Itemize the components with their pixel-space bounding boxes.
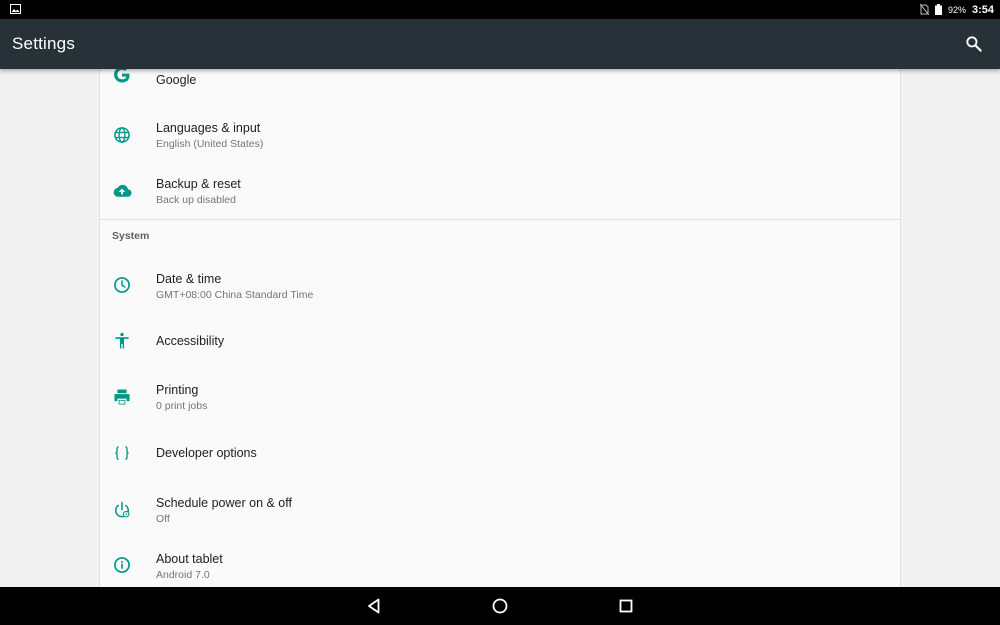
clock-time: 3:54 bbox=[971, 3, 994, 16]
image-icon bbox=[10, 4, 21, 14]
home-icon[interactable] bbox=[490, 596, 510, 616]
settings-item-backup[interactable]: Backup & reset Back up disabled bbox=[100, 165, 900, 217]
settings-item-subtitle: Off bbox=[156, 513, 170, 525]
google-icon bbox=[114, 69, 130, 83]
printer-icon bbox=[114, 389, 130, 405]
settings-item-title: Languages & input bbox=[156, 121, 261, 135]
search-icon[interactable] bbox=[964, 34, 984, 54]
settings-item-schedule-power[interactable]: Schedule power on & off Off bbox=[100, 483, 900, 535]
settings-item-developer-options[interactable]: Developer options bbox=[100, 427, 900, 479]
settings-item-title: Google bbox=[156, 73, 197, 87]
settings-item-subtitle: Back up disabled bbox=[156, 194, 236, 206]
settings-item-subtitle: Android 7.0 bbox=[156, 569, 210, 581]
settings-item-languages[interactable]: Languages & input English (United States… bbox=[100, 109, 900, 161]
settings-item-date-time[interactable]: Date & time GMT+08:00 China Standard Tim… bbox=[100, 259, 900, 311]
accessibility-icon bbox=[115, 332, 129, 349]
settings-item-title: Schedule power on & off bbox=[156, 496, 292, 510]
settings-item-title: Accessibility bbox=[156, 334, 225, 348]
settings-item-subtitle: 0 print jobs bbox=[156, 400, 208, 412]
settings-item-subtitle: English (United States) bbox=[156, 138, 264, 150]
status-bar: 92% 3:54 bbox=[0, 0, 1000, 19]
recents-icon[interactable] bbox=[616, 596, 636, 616]
power-schedule-icon bbox=[115, 501, 130, 518]
info-icon bbox=[114, 557, 130, 573]
battery-percent: 92% bbox=[947, 4, 966, 15]
settings-item-google[interactable]: Google bbox=[100, 69, 900, 97]
app-bar: Settings bbox=[0, 19, 1000, 69]
clock-icon bbox=[114, 277, 130, 293]
page-title: Settings bbox=[12, 34, 76, 53]
settings-item-title: Printing bbox=[156, 383, 199, 397]
cloud-upload-icon bbox=[113, 184, 132, 197]
settings-item-about-tablet[interactable]: About tablet Android 7.0 bbox=[100, 539, 900, 587]
settings-item-title: Backup & reset bbox=[156, 177, 241, 191]
settings-list: Google Languages & input English (United… bbox=[99, 69, 901, 587]
globe-icon bbox=[114, 127, 130, 143]
section-divider bbox=[100, 219, 900, 220]
settings-item-printing[interactable]: Printing 0 print jobs bbox=[100, 371, 900, 423]
section-header-system: System bbox=[112, 230, 150, 242]
back-icon[interactable] bbox=[364, 596, 384, 616]
settings-item-title: Developer options bbox=[156, 446, 257, 460]
settings-item-title: About tablet bbox=[156, 552, 223, 566]
settings-item-accessibility[interactable]: Accessibility bbox=[100, 315, 900, 367]
no-sim-icon bbox=[919, 4, 929, 15]
navigation-bar bbox=[0, 587, 1000, 625]
braces-icon bbox=[115, 446, 129, 460]
battery-icon bbox=[934, 4, 942, 15]
settings-item-subtitle: GMT+08:00 China Standard Time bbox=[156, 289, 314, 301]
settings-item-title: Date & time bbox=[156, 272, 222, 286]
settings-content[interactable]: Google Languages & input English (United… bbox=[0, 69, 1000, 587]
